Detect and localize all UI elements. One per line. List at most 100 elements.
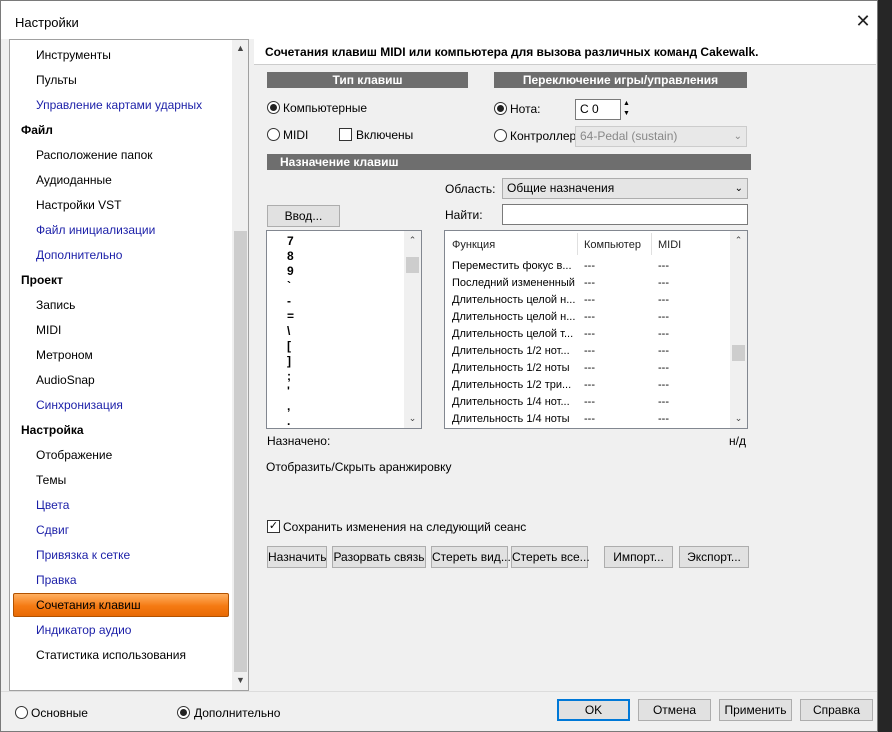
midi-cell: ---: [658, 294, 669, 306]
sidebar-item[interactable]: MIDI: [36, 319, 61, 341]
function-scroll-thumb[interactable]: [732, 345, 745, 361]
computer-cell: ---: [584, 379, 595, 391]
find-input[interactable]: [502, 204, 748, 225]
table-row[interactable]: Длительность 1/4 нот... --- ---: [452, 394, 728, 411]
advanced-mode-label: Дополнительно: [194, 706, 281, 720]
import-button[interactable]: Импорт...: [604, 546, 673, 568]
sidebar-item[interactable]: Управление картами ударных: [36, 94, 202, 116]
keys-list[interactable]: 7 8 9 ` - = \[]; ',. ⌃ ⌄: [266, 230, 422, 429]
clear-all-button[interactable]: Стереть все...: [511, 546, 590, 568]
table-row[interactable]: Длительность 1/4 ноты --- ---: [452, 411, 728, 428]
key-list-item[interactable]: .: [287, 414, 290, 428]
function-scrollbar[interactable]: ⌃ ⌄: [730, 231, 747, 428]
controller-select[interactable]: 64-Pedal (sustain) ⌄: [575, 126, 747, 147]
note-radio[interactable]: [494, 102, 507, 115]
keys-scroll-thumb[interactable]: [406, 257, 419, 273]
column-header-midi[interactable]: MIDI: [658, 239, 681, 251]
key-list-item[interactable]: ]: [287, 354, 291, 369]
sidebar-item[interactable]: Файл инициализации: [36, 219, 155, 241]
save-changes-checkbox[interactable]: ✓: [267, 520, 280, 533]
table-row[interactable]: Переместить фокус в... --- ---: [452, 258, 728, 275]
scroll-up-icon[interactable]: ⌃: [732, 234, 745, 247]
sidebar-category: Файл: [21, 123, 53, 137]
cancel-button[interactable]: Отмена: [638, 699, 711, 721]
close-icon[interactable]: ✕: [853, 11, 873, 31]
sidebar-item[interactable]: Аудиоданные: [36, 169, 112, 191]
advanced-mode-radio[interactable]: [177, 706, 190, 719]
function-table[interactable]: Функция Компьютер MIDI Переместить фокус…: [444, 230, 748, 429]
sidebar-item[interactable]: Настройки VST: [36, 194, 122, 216]
sidebar-item[interactable]: AudioSnap: [36, 369, 95, 391]
scroll-down-icon[interactable]: ⌄: [406, 412, 419, 425]
key-list-item[interactable]: \: [287, 324, 290, 339]
dialog-footer: Основные Дополнительно OK Отмена Примени…: [1, 691, 877, 731]
midi-keys-radio[interactable]: [267, 128, 280, 141]
table-row[interactable]: Длительность 1/2 три... --- ---: [452, 377, 728, 394]
note-spin-icon[interactable]: ▲ ▼: [622, 99, 631, 120]
table-row[interactable]: Длительность целой т... --- ---: [452, 326, 728, 343]
table-row[interactable]: Длительность 1/2 ноты --- ---: [452, 360, 728, 377]
apply-button[interactable]: Применить: [719, 699, 792, 721]
sidebar-item[interactable]: Сочетания клавиш: [36, 594, 141, 616]
table-row[interactable]: Длительность целой н... --- ---: [452, 309, 728, 326]
sidebar-item[interactable]: Отображение: [36, 444, 112, 466]
sidebar-scroll-thumb[interactable]: [234, 231, 247, 672]
scroll-up-icon[interactable]: ⌃: [406, 234, 419, 247]
basic-mode-radio[interactable]: [15, 706, 28, 719]
input-button[interactable]: Ввод...: [267, 205, 340, 227]
help-button[interactable]: Справка: [800, 699, 873, 721]
table-row[interactable]: Длительность 1/2 нот... --- ---: [452, 343, 728, 360]
scroll-down-icon[interactable]: ⌄: [732, 412, 745, 425]
key-list-item[interactable]: ;: [287, 369, 291, 384]
sidebar-item[interactable]: Дополнительно: [36, 244, 122, 266]
area-select[interactable]: Общие назначения ⌄: [502, 178, 748, 199]
sidebar-item[interactable]: Статистика использования: [36, 644, 186, 666]
assign-button[interactable]: Назначить: [267, 546, 327, 568]
settings-dialog: Настройки ✕ Инструменты Пульты Управление …: [0, 0, 878, 732]
sidebar-item[interactable]: Индикатор аудио: [36, 619, 131, 641]
ok-button[interactable]: OK: [557, 699, 630, 721]
keys-scrollbar[interactable]: ⌃ ⌄: [404, 231, 421, 428]
scroll-up-icon[interactable]: ▲: [234, 42, 247, 55]
computer-keys-radio[interactable]: [267, 101, 280, 114]
assigned-label: Назначено:: [267, 434, 331, 448]
key-list-item[interactable]: 8: [287, 249, 294, 264]
column-header-computer[interactable]: Компьютер: [584, 239, 641, 251]
sidebar-item[interactable]: Синхронизация: [36, 394, 123, 416]
area-label: Область:: [445, 182, 496, 196]
find-label: Найти:: [445, 208, 483, 222]
export-button[interactable]: Экспорт...: [679, 546, 749, 568]
column-header-function[interactable]: Функция: [452, 239, 495, 251]
sidebar-item[interactable]: Цвета: [36, 494, 69, 516]
key-list-item[interactable]: =: [287, 309, 294, 324]
key-list-item[interactable]: [: [287, 339, 291, 354]
sidebar-item[interactable]: Правка: [36, 569, 77, 591]
scroll-down-icon[interactable]: ▼: [234, 674, 247, 687]
key-list-item[interactable]: 7: [287, 234, 294, 249]
key-list-item[interactable]: ,: [287, 399, 290, 414]
sidebar-item[interactable]: Пульты: [36, 69, 77, 91]
note-input[interactable]: C 0: [575, 99, 621, 120]
midi-keys-label: MIDI: [283, 128, 309, 142]
clear-view-button[interactable]: Стереть вид...: [431, 546, 511, 568]
computer-cell: ---: [584, 277, 595, 289]
table-row[interactable]: Последний измененный --- ---: [452, 275, 728, 292]
function-cell: Длительность целой т...: [452, 328, 574, 340]
table-row[interactable]: Длительность целой н... --- ---: [452, 292, 728, 309]
sidebar-item[interactable]: Инструменты: [36, 44, 111, 66]
sidebar-item[interactable]: Метроном: [36, 344, 93, 366]
controller-radio[interactable]: [494, 129, 507, 142]
key-list-item[interactable]: -: [287, 294, 291, 309]
sidebar-item[interactable]: Запись: [36, 294, 75, 316]
key-list-item[interactable]: `: [287, 279, 291, 294]
computer-cell: ---: [584, 345, 595, 357]
unbind-button[interactable]: Разорвать связь: [332, 546, 426, 568]
key-list-item[interactable]: ': [287, 384, 290, 399]
sidebar-item[interactable]: Расположение папок: [36, 144, 153, 166]
sidebar-item[interactable]: Привязка к сетке: [36, 544, 130, 566]
key-type-group-header: Тип клавиш: [267, 72, 468, 88]
key-list-item[interactable]: 9: [287, 264, 294, 279]
sidebar-item[interactable]: Сдвиг: [36, 519, 69, 541]
sidebar-item[interactable]: Темы: [36, 469, 66, 491]
enabled-checkbox[interactable]: [339, 128, 352, 141]
